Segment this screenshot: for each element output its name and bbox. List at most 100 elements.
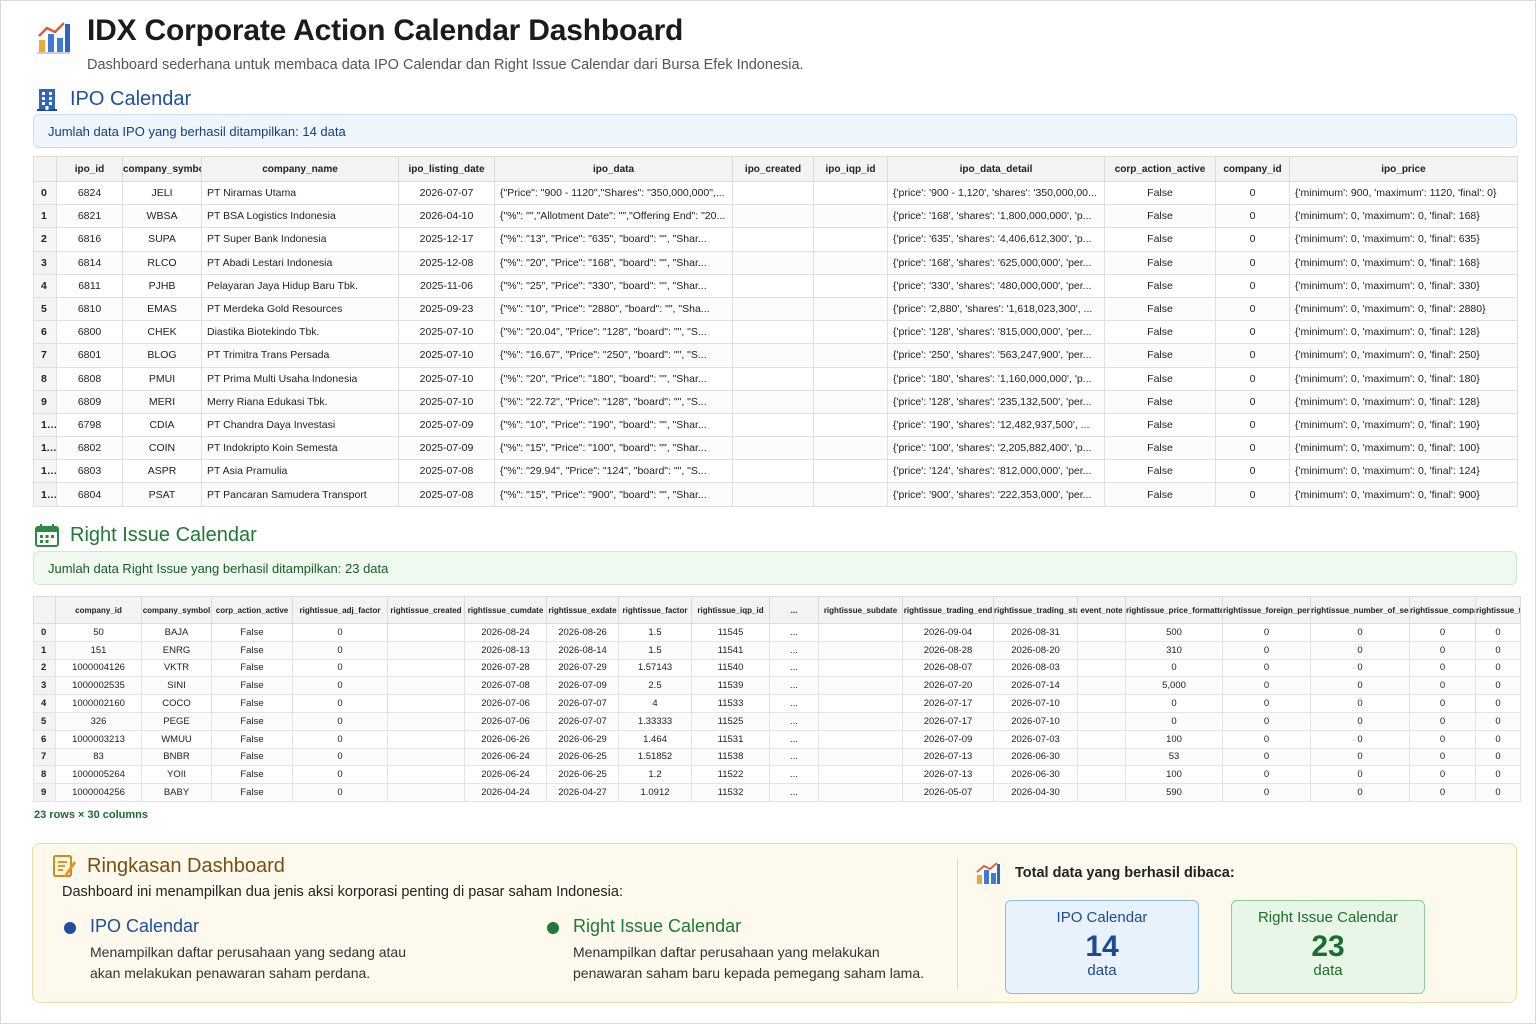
- summary-divider: [957, 858, 958, 990]
- ipo-cell: Diastika Biotekindo Tbk.: [201, 320, 399, 345]
- rightissue-cell: 100: [1125, 765, 1223, 785]
- ipo-column-header: company_symbol: [122, 156, 202, 182]
- ipo-cell: [813, 204, 888, 229]
- ipo-cell: {'minimum': 0, 'maximum': 0, 'final': 16…: [1289, 250, 1518, 275]
- rightissue-cell: 1000002535: [55, 676, 142, 696]
- ipo-cell: 2025-11-06: [398, 273, 495, 298]
- ipo-cell: 2025-07-10: [398, 320, 495, 345]
- rightissue-cell: 310: [1125, 640, 1223, 660]
- rightissue-cell: 0: [1409, 711, 1476, 731]
- rightissue-cell: 0: [1475, 783, 1521, 802]
- rightissue-cell: [387, 783, 465, 802]
- rightissue-heading-label: Right Issue Calendar: [70, 523, 257, 546]
- rightissue-cell: 0: [1409, 765, 1476, 785]
- rightissue-cell: 2026-07-07: [546, 694, 619, 713]
- ipo-cell: ASPR: [122, 459, 202, 484]
- rightissue-cell: BABY: [141, 783, 212, 802]
- ipo-cell: [732, 412, 814, 438]
- rightissue-cell: 0: [1409, 747, 1476, 767]
- rightissue-cell: False: [211, 676, 293, 696]
- ipo-cell: EMAS: [122, 296, 202, 322]
- ipo-cell: 6801: [56, 343, 123, 368]
- ipo-cell: 2025-07-09: [398, 412, 495, 438]
- rightissue-cell: 50: [55, 623, 142, 642]
- rightissue-row-index: 1: [33, 640, 56, 660]
- rightissue-cell: ...: [769, 729, 819, 749]
- rightissue-cell: [1077, 694, 1126, 713]
- ipo-cell: [732, 366, 814, 391]
- rightissue-cell: [818, 711, 903, 731]
- rightissue-cell: [1077, 658, 1126, 678]
- rightissue-cell: 83: [55, 747, 142, 767]
- rightissue-cell: [818, 623, 903, 642]
- ipo-total-card: IPO Calendar 14 data: [1005, 900, 1199, 994]
- rightissue-cell: 0: [1475, 711, 1521, 731]
- ipo-cell: {'price': '168', 'shares': '625,000,000'…: [887, 250, 1105, 275]
- rightissue-cell: 0: [1222, 623, 1311, 642]
- rightissue-table-row: 9 1000004256 BABY False 0 2026-04-24 2026-04-2…: [33, 783, 1521, 802]
- ipo-column-header: company_id: [1215, 156, 1290, 182]
- ipo-cell: {"%": "10", "Price": "190", "board": "",…: [494, 412, 733, 438]
- rightissue-table-row: 7 83 BNBR False 0 2026-06-24 2026-06-25 1.51852…: [33, 747, 1521, 767]
- rightissue-cell: 2026-07-28: [464, 658, 547, 678]
- rightissue-cell: False: [211, 658, 293, 678]
- rightissue-cell: 2026-07-07: [546, 711, 619, 731]
- rightissue-cell: 0: [1409, 694, 1476, 713]
- rightissue-cell: [818, 783, 903, 802]
- rightissue-cell: 2.5: [618, 676, 692, 696]
- rightissue-row-index: 2: [33, 658, 56, 678]
- rightissue-cell: 2026-06-25: [546, 765, 619, 785]
- ipo-table-row: 11 6802 COIN PT Indokripto Koin Semesta 2025…: [33, 436, 1518, 461]
- ipo-cell: PMUI: [122, 366, 202, 391]
- rightissue-cell: 1.57143: [618, 658, 692, 678]
- rightissue-cell: 11538: [691, 747, 770, 767]
- ipo-count-info: Jumlah data IPO yang berhasil ditampilka…: [33, 114, 1517, 148]
- rightissue-cell: [387, 747, 465, 767]
- ipo-cell: 0: [1215, 482, 1290, 507]
- rightissue-cell: [818, 747, 903, 767]
- rightissue-cell: 2026-07-03: [993, 729, 1078, 749]
- rightissue-cell: 0: [1310, 676, 1410, 696]
- ipo-row-index: 6: [33, 320, 57, 345]
- rightissue-cell: ...: [769, 676, 819, 696]
- ipo-cell: False: [1104, 389, 1216, 414]
- ipo-cell: [813, 459, 888, 484]
- rightissue-cell: 590: [1125, 783, 1223, 802]
- summary-description: Dashboard ini menampilkan dua jenis aksi…: [62, 884, 623, 900]
- rightissue-column-header: event_note: [1077, 596, 1126, 624]
- ipo-cell: [732, 180, 814, 206]
- ipo-cell: PT Abadi Lestari Indonesia: [201, 250, 399, 275]
- ipo-cell: 6814: [56, 250, 123, 275]
- rightissue-cell: ...: [769, 658, 819, 678]
- ipo-cell: {'minimum': 0, 'maximum': 0, 'final': 25…: [1289, 343, 1518, 368]
- rightissue-cell: [818, 640, 903, 660]
- rightissue-cell: 2026-07-10: [993, 694, 1078, 713]
- ipo-total-unit: data: [1087, 962, 1117, 979]
- rightissue-cell: 0: [292, 783, 388, 802]
- ipo-cell: {"%": "16.67", "Price": "250", "board": …: [494, 343, 733, 368]
- rightissue-row-index: 3: [33, 676, 56, 696]
- ipo-cell: False: [1104, 273, 1216, 298]
- rightissue-cell: 0: [1475, 676, 1521, 696]
- rightissue-cell: 2026-07-17: [902, 694, 994, 713]
- rightissue-cell: 11539: [691, 676, 770, 696]
- rightissue-cell: 2026-07-06: [464, 711, 547, 731]
- rightissue-total-unit: data: [1313, 962, 1343, 979]
- ipo-column-header: ipo_listing_date: [398, 156, 495, 182]
- rightissue-cell: 53: [1125, 747, 1223, 767]
- ipo-cell: {'minimum': 0, 'maximum': 0, 'final': 12…: [1289, 459, 1518, 484]
- rightissue-cell: 2026-07-13: [902, 747, 994, 767]
- ipo-cell: {'price': '180', 'shares': '1,160,000,00…: [887, 366, 1105, 391]
- ipo-cell: [732, 459, 814, 484]
- ipo-row-index: 9: [33, 389, 57, 414]
- memo-icon: [53, 855, 76, 877]
- rightissue-cell: 0: [292, 711, 388, 731]
- ipo-row-index: 4: [33, 273, 57, 298]
- ipo-cell: {'minimum': 0, 'maximum': 0, 'final': 12…: [1289, 389, 1518, 414]
- rightissue-cell: 0: [1409, 729, 1476, 749]
- ipo-row-index: 7: [33, 343, 57, 368]
- rightissue-cell: ...: [769, 711, 819, 731]
- rightissue-cell: 1000005264: [55, 765, 142, 785]
- rightissue-row-index: 4: [33, 694, 56, 713]
- rightissue-cell: 2026-08-31: [993, 623, 1078, 642]
